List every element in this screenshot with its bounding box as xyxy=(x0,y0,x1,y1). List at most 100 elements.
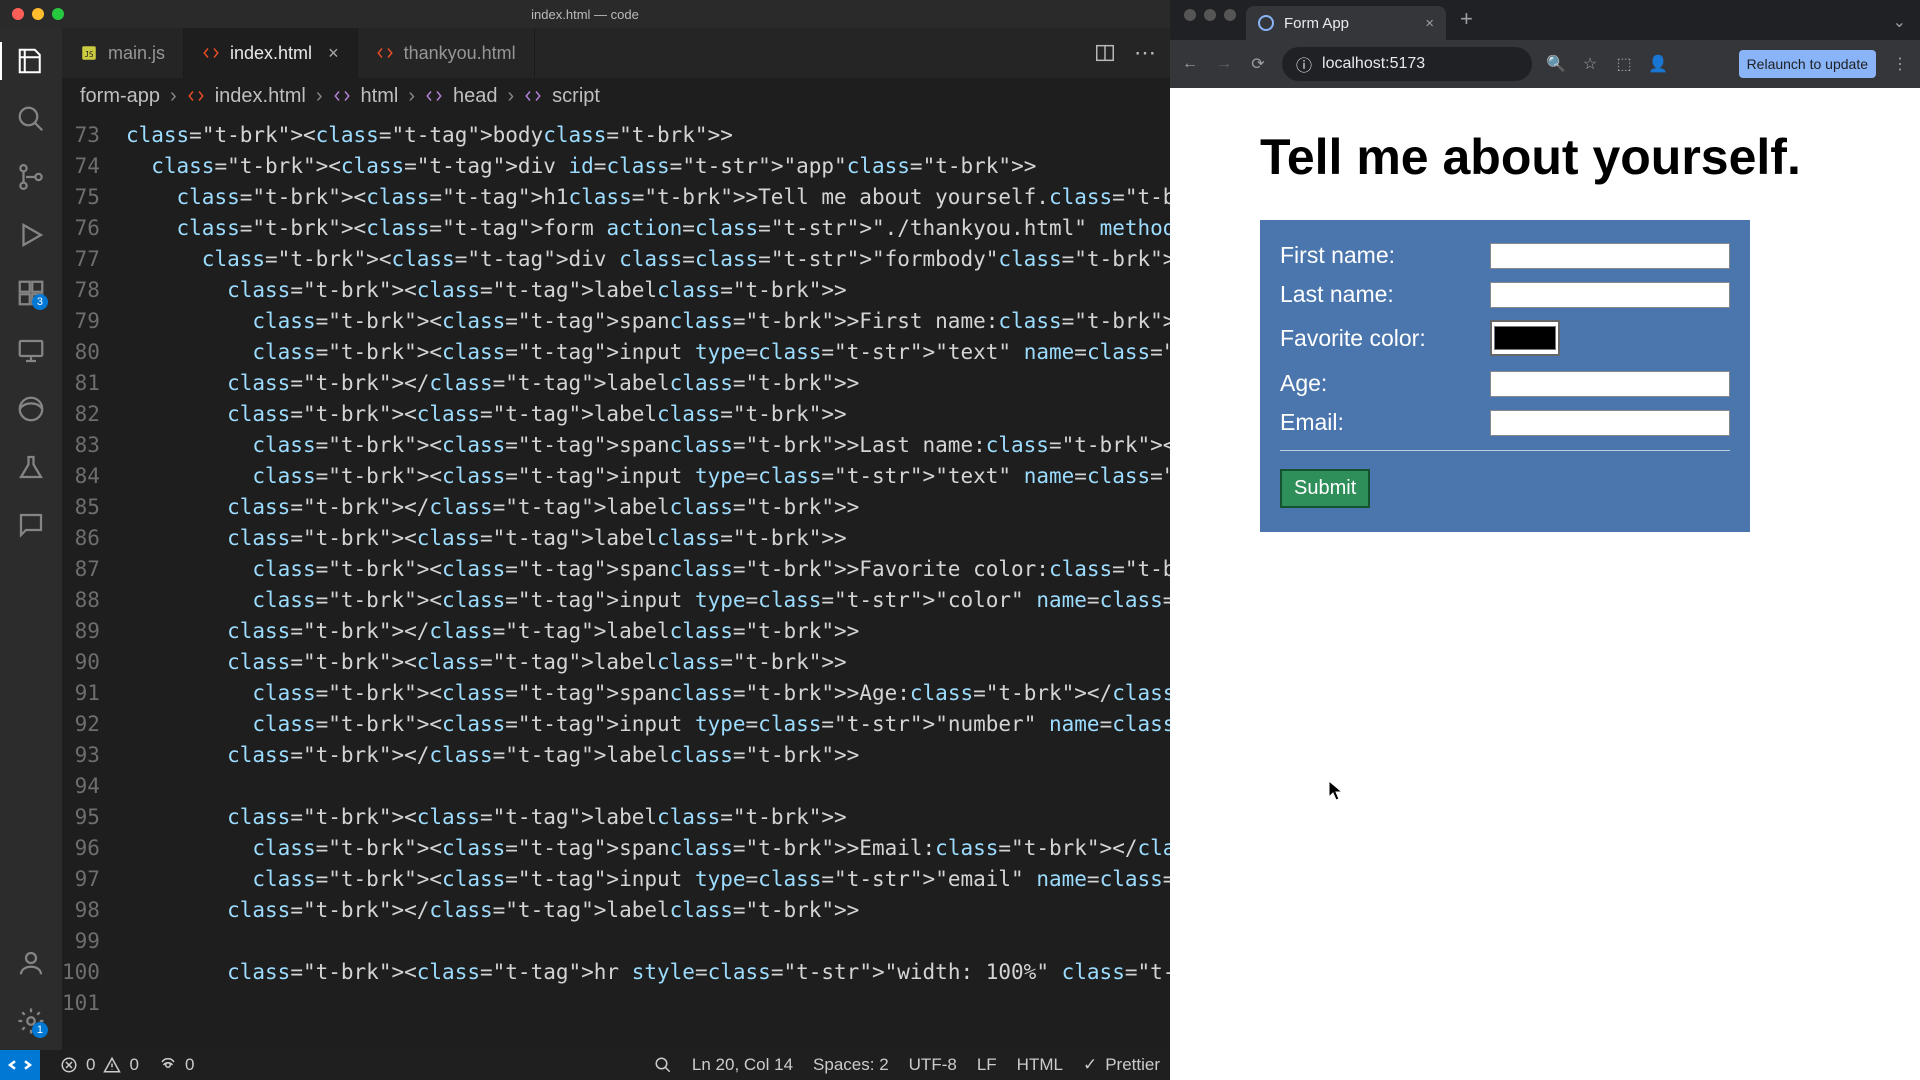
code-content[interactable]: class="t-brk"><class="t-tag">bodyclass="… xyxy=(122,114,1170,1050)
label-email: Email: xyxy=(1280,409,1490,436)
remote-indicator[interactable] xyxy=(0,1050,40,1080)
field-age: Age: xyxy=(1280,370,1730,397)
profile-icon[interactable]: 👤 xyxy=(1648,54,1668,74)
tab-thankyou-html[interactable]: thankyou.html xyxy=(358,28,535,78)
field-last-name: Last name: xyxy=(1280,281,1730,308)
label-first-name: First name: xyxy=(1280,242,1490,269)
chrome-chrome: Form App × + ⌄ ← → ⟳ ⓘ localhost:5173 🔍 … xyxy=(1170,0,1920,88)
breadcrumb-item[interactable]: head xyxy=(453,85,498,108)
source-control-icon[interactable] xyxy=(16,162,46,192)
settings-gear-icon[interactable]: 1 xyxy=(16,1006,46,1036)
mouse-cursor xyxy=(1328,780,1344,802)
account-icon[interactable] xyxy=(16,948,46,978)
html-file-icon xyxy=(187,87,205,105)
label-fav-color: Favorite color: xyxy=(1280,325,1490,352)
search-icon[interactable] xyxy=(16,104,46,134)
back-icon[interactable]: ← xyxy=(1180,55,1200,73)
mac-traffic-lights xyxy=(0,8,64,20)
breadcrumb-item[interactable]: script xyxy=(552,85,600,108)
breadcrumb-item[interactable]: index.html xyxy=(215,85,306,108)
tab-overflow-icon[interactable]: ⌄ xyxy=(1879,12,1920,40)
symbol-icon xyxy=(333,87,351,105)
omnibox[interactable]: ⓘ localhost:5173 xyxy=(1282,47,1532,81)
chrome-window: Form App × + ⌄ ← → ⟳ ⓘ localhost:5173 🔍 … xyxy=(1170,0,1920,1080)
site-info-icon[interactable]: ⓘ xyxy=(1296,52,1312,76)
input-fav-color[interactable] xyxy=(1490,320,1560,356)
indentation-status[interactable]: Spaces: 2 xyxy=(803,1055,899,1075)
problems-status[interactable]: 0 0 xyxy=(50,1055,149,1075)
vscode-main: 3 1 xyxy=(0,28,1170,1050)
new-tab-button[interactable]: + xyxy=(1446,6,1487,40)
reload-icon[interactable]: ⟳ xyxy=(1248,54,1268,74)
zoom-status[interactable] xyxy=(644,1055,682,1075)
status-bar: 0 0 0 Ln 20, Col 14 Spaces: 2 UTF-8 LF H… xyxy=(0,1050,1170,1080)
tab-index-html[interactable]: index.html × xyxy=(184,28,358,78)
input-first-name[interactable] xyxy=(1490,243,1730,269)
extensions-badge: 3 xyxy=(32,294,48,310)
close-tab-icon[interactable]: × xyxy=(1425,15,1434,32)
zoom-window-dot[interactable] xyxy=(52,8,64,20)
field-fav-color: Favorite color: xyxy=(1280,320,1730,356)
chrome-tab[interactable]: Form App × xyxy=(1246,6,1446,40)
label-age: Age: xyxy=(1280,370,1490,397)
min-dot[interactable] xyxy=(1204,9,1216,21)
chrome-traffic-lights xyxy=(1180,9,1246,31)
titlebar: index.html — code xyxy=(0,0,1170,28)
eol-status[interactable]: LF xyxy=(967,1055,1007,1075)
window-title: index.html — code xyxy=(531,7,639,22)
chrome-menu-icon[interactable]: ⋮ xyxy=(1890,54,1910,74)
code-editor[interactable]: 73 74 75 76 77 78 79 80 81 82 83 84 85 8… xyxy=(62,114,1170,1050)
breadcrumb-item[interactable]: form-app xyxy=(80,85,160,108)
page-heading: Tell me about yourself. xyxy=(1260,128,1830,186)
max-dot[interactable] xyxy=(1224,9,1236,21)
svg-text:JS: JS xyxy=(85,50,95,59)
cursor-position[interactable]: Ln 20, Col 14 xyxy=(682,1055,803,1075)
rendered-page: Tell me about yourself. First name: Last… xyxy=(1170,88,1920,1080)
chrome-tab-strip: Form App × + ⌄ xyxy=(1170,0,1920,40)
field-email: Email: xyxy=(1280,409,1730,436)
explorer-icon[interactable] xyxy=(16,46,46,76)
extensions-icon[interactable]: 3 xyxy=(16,278,46,308)
ports-status[interactable]: 0 xyxy=(149,1055,204,1075)
input-age[interactable] xyxy=(1490,371,1730,397)
edge-tools-icon[interactable] xyxy=(16,394,46,424)
testing-icon[interactable] xyxy=(16,452,46,482)
encoding-status[interactable]: UTF-8 xyxy=(899,1055,967,1075)
editor-tabs: JS main.js index.html × thankyou.html xyxy=(62,28,1170,78)
formatter-status[interactable]: ✓ Prettier xyxy=(1073,1055,1170,1075)
input-email[interactable] xyxy=(1490,410,1730,436)
bookmark-star-icon[interactable]: ☆ xyxy=(1580,54,1600,74)
line-gutter: 73 74 75 76 77 78 79 80 81 82 83 84 85 8… xyxy=(62,114,122,1050)
url-text: localhost:5173 xyxy=(1322,55,1425,73)
chrome-toolbar: ← → ⟳ ⓘ localhost:5173 🔍 ☆ ⬚ 👤 Relaunch … xyxy=(1170,40,1920,88)
submit-button[interactable]: Submit xyxy=(1280,469,1370,508)
minimize-window-dot[interactable] xyxy=(32,8,44,20)
close-tab-icon[interactable]: × xyxy=(328,43,339,64)
tab-label: thankyou.html xyxy=(404,43,516,64)
breadcrumb-item[interactable]: html xyxy=(361,85,399,108)
comments-icon[interactable] xyxy=(16,510,46,540)
breadcrumb[interactable]: form-app› index.html› html› head› script xyxy=(62,78,1170,114)
field-first-name: First name: xyxy=(1280,242,1730,269)
input-last-name[interactable] xyxy=(1490,282,1730,308)
html-file-icon xyxy=(376,44,394,62)
editor-actions: ⋯ xyxy=(1080,28,1170,78)
tab-label: index.html xyxy=(230,43,312,64)
settings-badge: 1 xyxy=(32,1022,48,1038)
tab-main-js[interactable]: JS main.js xyxy=(62,28,184,78)
activity-bar: 3 1 xyxy=(0,28,62,1050)
forward-icon[interactable]: → xyxy=(1214,55,1234,73)
split-editor-icon[interactable] xyxy=(1094,42,1116,64)
close-window-dot[interactable] xyxy=(12,8,24,20)
install-app-icon[interactable]: ⬚ xyxy=(1614,54,1634,74)
more-actions-icon[interactable]: ⋯ xyxy=(1134,40,1156,66)
language-mode[interactable]: HTML xyxy=(1007,1055,1073,1075)
favicon-icon xyxy=(1258,15,1274,31)
js-file-icon: JS xyxy=(80,44,98,62)
remote-explorer-icon[interactable] xyxy=(16,336,46,366)
close-dot[interactable] xyxy=(1184,9,1196,21)
zoom-icon[interactable]: 🔍 xyxy=(1546,54,1566,74)
label-last-name: Last name: xyxy=(1280,281,1490,308)
run-debug-icon[interactable] xyxy=(16,220,46,250)
relaunch-button[interactable]: Relaunch to update xyxy=(1739,50,1876,78)
